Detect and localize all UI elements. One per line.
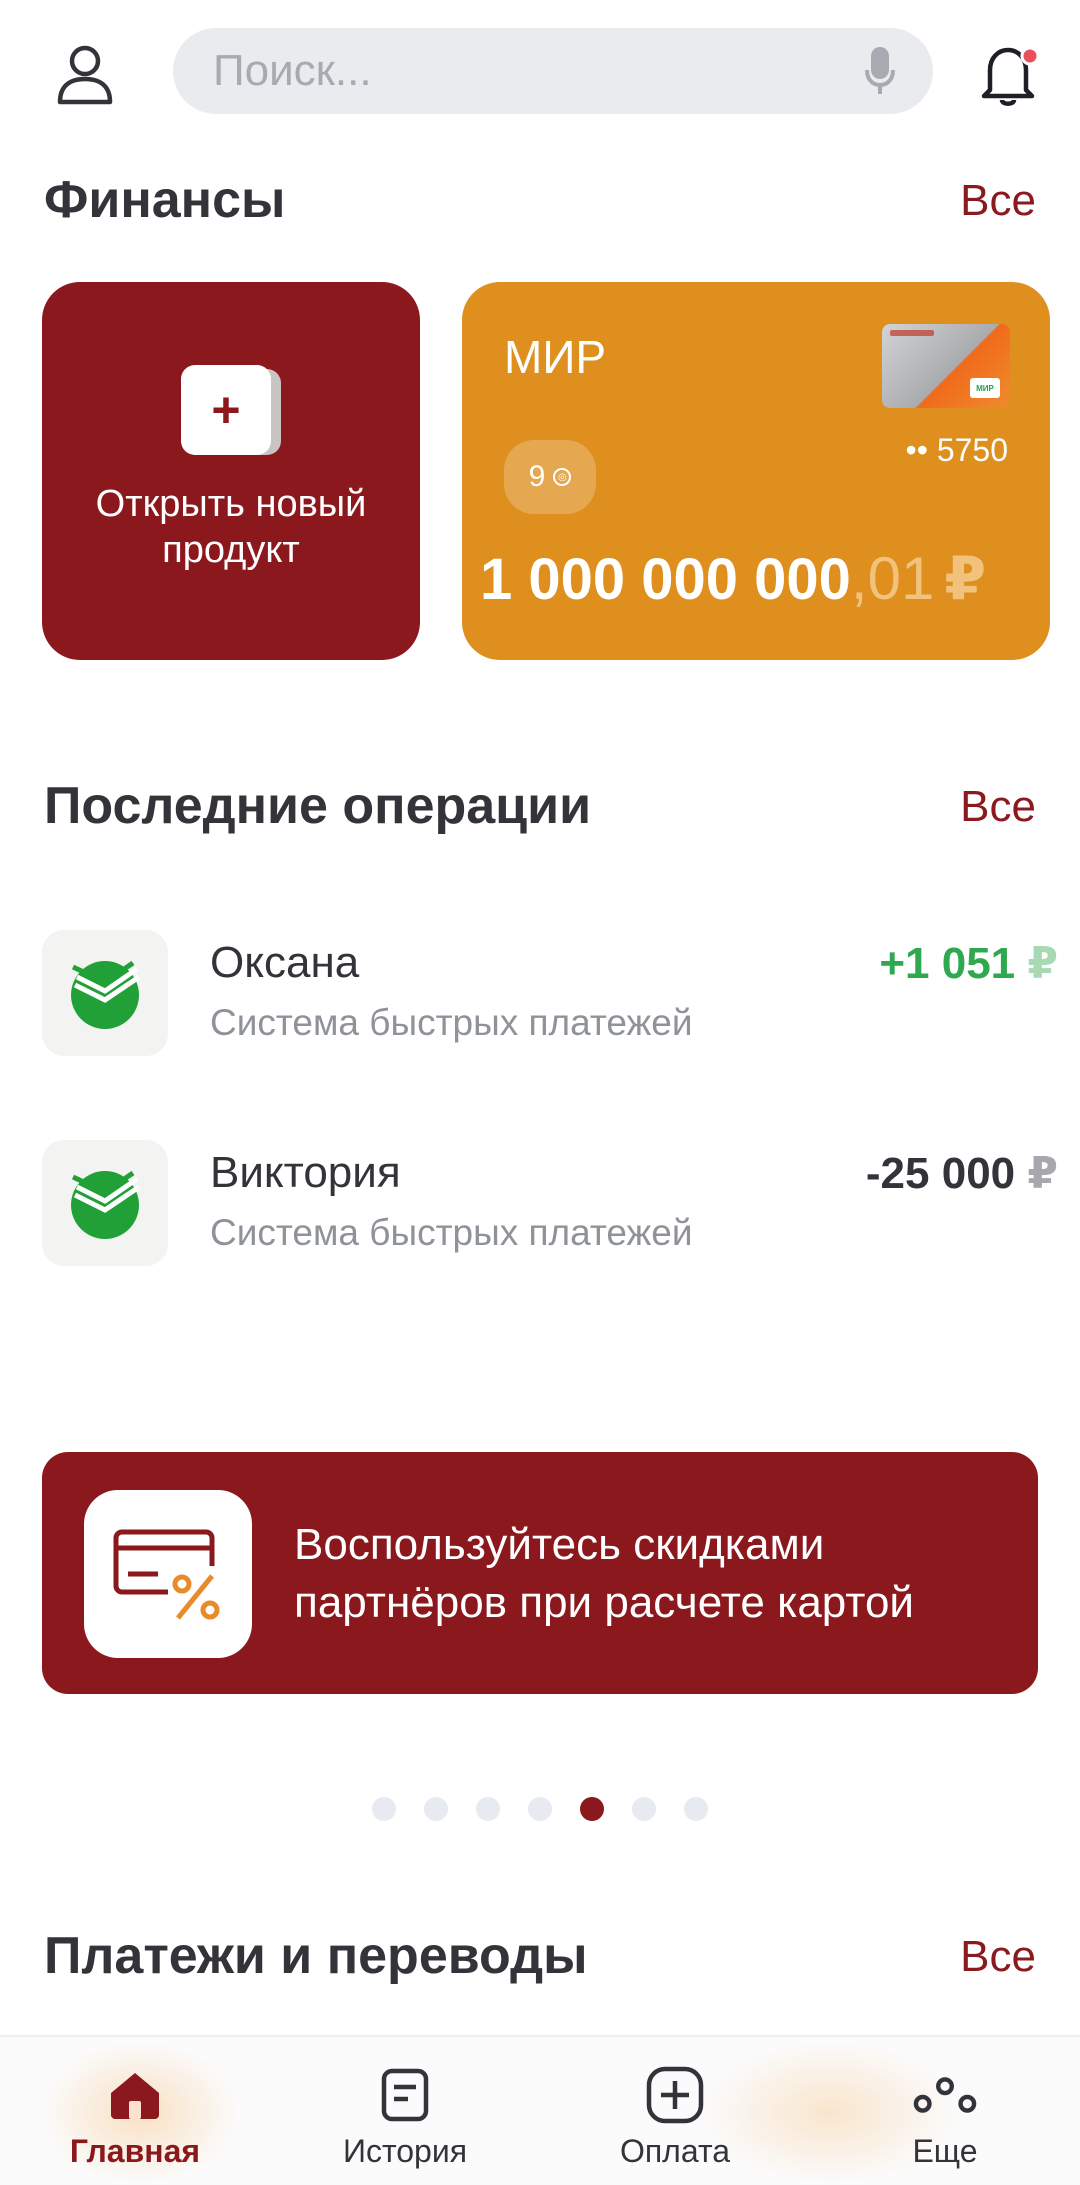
nav-more-label: Еще (912, 2133, 978, 2169)
pager-dot[interactable] (632, 1797, 656, 1821)
nav-payment-label: Оплата (619, 2133, 731, 2169)
more-icon (913, 2063, 977, 2127)
mir-card[interactable]: МИР МИР 9 ◎ •• 5750 1 000 000 000,01 ₽ (462, 282, 1050, 660)
bonus-count: 9 (528, 460, 546, 493)
pager-dot[interactable] (684, 1797, 708, 1821)
currency-symbol: ₽ (1027, 939, 1058, 988)
search-input[interactable] (213, 28, 813, 114)
home-icon (103, 2063, 167, 2127)
balance-currency: ₽ (944, 545, 987, 612)
promo-banner[interactable]: Воспользуйтесь скидками партнёров при ра… (42, 1452, 1038, 1694)
card-name: МИР (504, 331, 607, 383)
finance-all-link[interactable]: Все (960, 176, 1036, 226)
open-new-product-card[interactable]: + Открыть новый продукт (42, 282, 420, 660)
nav-history-label: История (342, 2133, 468, 2169)
pager-dot-active[interactable] (580, 1797, 604, 1821)
profile-icon[interactable] (40, 30, 130, 120)
card-balance: 1 000 000 000,01 ₽ (480, 544, 986, 614)
bell-icon[interactable] (965, 30, 1055, 120)
operation-description: Система быстрых платежей (210, 1212, 693, 1253)
balance-integer: 1 000 000 000 (480, 547, 851, 612)
bonus-badge[interactable]: 9 ◎ (504, 440, 596, 514)
operation-row[interactable]: Виктория Система быстрых платежей -25 00… (0, 1140, 1080, 1270)
finance-title: Финансы (44, 171, 286, 229)
pager-dot[interactable] (424, 1797, 448, 1821)
card-discount-icon (84, 1490, 252, 1658)
operations-all-link[interactable]: Все (960, 782, 1036, 832)
operations-title: Последние операции (44, 777, 592, 835)
operation-name: Виктория (210, 1148, 401, 1197)
mic-icon[interactable] (855, 46, 905, 96)
payments-title: Платежи и переводы (44, 1927, 588, 1985)
nav-more[interactable]: Еще (810, 2035, 1080, 2185)
nav-home-label: Главная (69, 2133, 201, 2169)
operation-amount: +1 051 ₽ (879, 939, 1058, 988)
promo-text: Воспользуйтесь скидками партнёров при ра… (294, 1520, 914, 1627)
payment-plus-icon (643, 2063, 707, 2127)
mir-logo: МИР (970, 378, 1000, 398)
search-bar[interactable] (173, 28, 933, 114)
pager-dot[interactable] (372, 1797, 396, 1821)
pager-dot[interactable] (476, 1797, 500, 1821)
operation-description: Система быстрых платежей (210, 1002, 693, 1043)
open-new-product-label: Открыть новый продукт (95, 483, 367, 571)
plus-icon: + (181, 365, 281, 455)
operation-amount: -25 000 ₽ (865, 1149, 1058, 1198)
top-bar (0, 0, 1080, 145)
nav-payment[interactable]: Оплата (540, 2035, 810, 2185)
notification-dot (1020, 46, 1040, 66)
balance-fraction: ,01 (850, 545, 935, 612)
sber-logo-icon (42, 930, 168, 1056)
sber-logo-icon (42, 1140, 168, 1266)
operation-row[interactable]: Оксана Система быстрых платежей +1 051 ₽ (0, 930, 1080, 1060)
history-icon (373, 2063, 437, 2127)
card-thumbnail: МИР (882, 324, 1010, 408)
card-number: •• 5750 (905, 432, 1008, 468)
payments-all-link[interactable]: Все (960, 1932, 1036, 1982)
operation-name: Оксана (210, 938, 360, 987)
carousel-pager (0, 1797, 1080, 1827)
pager-dot[interactable] (528, 1797, 552, 1821)
coin-icon: ◎ (553, 468, 572, 486)
currency-symbol: ₽ (1027, 1149, 1058, 1198)
nav-home[interactable]: Главная (0, 2035, 270, 2185)
nav-history[interactable]: История (270, 2035, 540, 2185)
